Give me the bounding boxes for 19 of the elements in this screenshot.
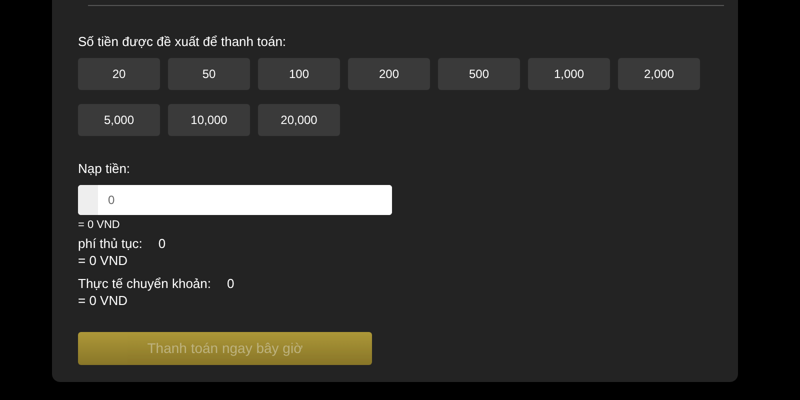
amount-button[interactable]: 1,000	[528, 58, 610, 90]
section-label: Số tiền được đề xuất để thanh toán:	[78, 34, 286, 49]
amount-button[interactable]: 10,000	[168, 104, 250, 136]
amount-button[interactable]: 500	[438, 58, 520, 90]
amount-button[interactable]: 2,000	[618, 58, 700, 90]
field-label: Nạp tiền:	[78, 160, 132, 176]
amount-button[interactable]: 200	[348, 58, 430, 90]
field-value: 0	[158, 234, 166, 252]
field-value: 0	[227, 274, 234, 292]
converted-amount: = 0 VND	[78, 292, 128, 308]
converted-amount: = 0 VND	[78, 218, 121, 232]
amount-button[interactable]: 20,000	[258, 104, 340, 136]
amount-button[interactable]: 100	[258, 58, 340, 90]
amount-button[interactable]: 50	[168, 58, 250, 90]
amount-button[interactable]: 20	[78, 58, 160, 90]
amount-button[interactable]: 5,000	[78, 104, 160, 136]
converted-amount: = 0 VND	[78, 252, 128, 268]
field-label: phí thủ tục:	[78, 234, 142, 252]
field-label: Thực tế chuyển khoản:	[78, 274, 212, 292]
